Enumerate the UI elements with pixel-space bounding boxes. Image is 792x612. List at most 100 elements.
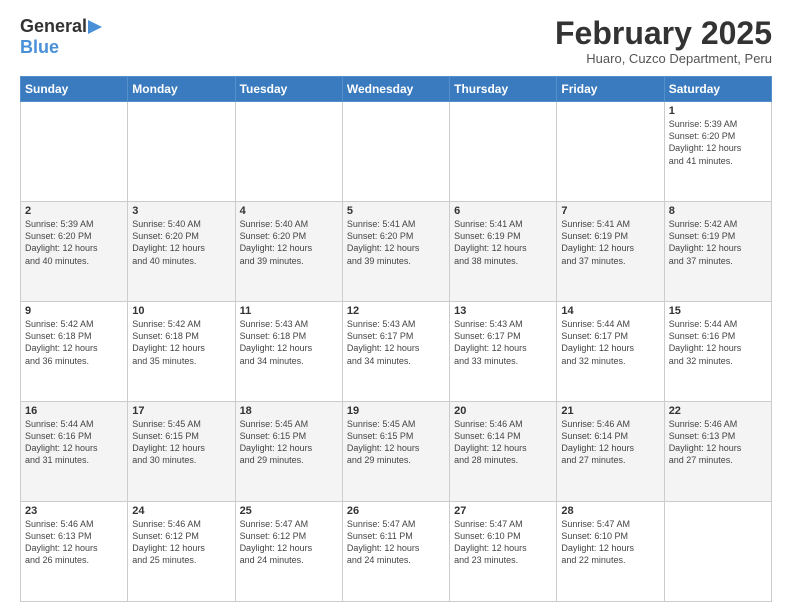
day-number-2-3: 12 <box>347 305 445 317</box>
calendar-cell-1-1: 3Sunrise: 5:40 AM Sunset: 6:20 PM Daylig… <box>128 202 235 302</box>
day-info-4-4: Sunrise: 5:47 AM Sunset: 6:10 PM Dayligh… <box>454 518 552 567</box>
calendar-cell-4-3: 26Sunrise: 5:47 AM Sunset: 6:11 PM Dayli… <box>342 502 449 602</box>
day-info-1-4: Sunrise: 5:41 AM Sunset: 6:19 PM Dayligh… <box>454 218 552 267</box>
calendar-cell-4-2: 25Sunrise: 5:47 AM Sunset: 6:12 PM Dayli… <box>235 502 342 602</box>
calendar-cell-1-2: 4Sunrise: 5:40 AM Sunset: 6:20 PM Daylig… <box>235 202 342 302</box>
calendar-cell-4-5: 28Sunrise: 5:47 AM Sunset: 6:10 PM Dayli… <box>557 502 664 602</box>
calendar-cell-0-2 <box>235 102 342 202</box>
calendar-cell-4-4: 27Sunrise: 5:47 AM Sunset: 6:10 PM Dayli… <box>450 502 557 602</box>
day-info-4-0: Sunrise: 5:46 AM Sunset: 6:13 PM Dayligh… <box>25 518 123 567</box>
day-number-2-5: 14 <box>561 305 659 317</box>
day-number-3-6: 22 <box>669 405 767 417</box>
day-number-1-4: 6 <box>454 205 552 217</box>
col-friday: Friday <box>557 77 664 102</box>
calendar-table: Sunday Monday Tuesday Wednesday Thursday… <box>20 76 772 602</box>
day-number-4-0: 23 <box>25 505 123 517</box>
day-number-2-2: 11 <box>240 305 338 317</box>
calendar-cell-3-1: 17Sunrise: 5:45 AM Sunset: 6:15 PM Dayli… <box>128 402 235 502</box>
day-number-4-2: 25 <box>240 505 338 517</box>
col-tuesday: Tuesday <box>235 77 342 102</box>
day-number-4-5: 28 <box>561 505 659 517</box>
col-sunday: Sunday <box>21 77 128 102</box>
day-info-3-5: Sunrise: 5:46 AM Sunset: 6:14 PM Dayligh… <box>561 418 659 467</box>
calendar-cell-2-3: 12Sunrise: 5:43 AM Sunset: 6:17 PM Dayli… <box>342 302 449 402</box>
day-info-2-1: Sunrise: 5:42 AM Sunset: 6:18 PM Dayligh… <box>132 318 230 367</box>
calendar-cell-1-0: 2Sunrise: 5:39 AM Sunset: 6:20 PM Daylig… <box>21 202 128 302</box>
day-info-3-2: Sunrise: 5:45 AM Sunset: 6:15 PM Dayligh… <box>240 418 338 467</box>
calendar-cell-3-2: 18Sunrise: 5:45 AM Sunset: 6:15 PM Dayli… <box>235 402 342 502</box>
calendar-cell-3-6: 22Sunrise: 5:46 AM Sunset: 6:13 PM Dayli… <box>664 402 771 502</box>
day-info-2-0: Sunrise: 5:42 AM Sunset: 6:18 PM Dayligh… <box>25 318 123 367</box>
col-monday: Monday <box>128 77 235 102</box>
calendar-cell-3-0: 16Sunrise: 5:44 AM Sunset: 6:16 PM Dayli… <box>21 402 128 502</box>
calendar-cell-3-5: 21Sunrise: 5:46 AM Sunset: 6:14 PM Dayli… <box>557 402 664 502</box>
day-number-4-4: 27 <box>454 505 552 517</box>
calendar-cell-0-6: 1Sunrise: 5:39 AM Sunset: 6:20 PM Daylig… <box>664 102 771 202</box>
day-number-3-1: 17 <box>132 405 230 417</box>
week-row-2: 9Sunrise: 5:42 AM Sunset: 6:18 PM Daylig… <box>21 302 772 402</box>
logo-text: General Blue <box>20 16 102 57</box>
day-info-3-1: Sunrise: 5:45 AM Sunset: 6:15 PM Dayligh… <box>132 418 230 467</box>
week-row-3: 16Sunrise: 5:44 AM Sunset: 6:16 PM Dayli… <box>21 402 772 502</box>
day-info-1-6: Sunrise: 5:42 AM Sunset: 6:19 PM Dayligh… <box>669 218 767 267</box>
calendar-cell-1-3: 5Sunrise: 5:41 AM Sunset: 6:20 PM Daylig… <box>342 202 449 302</box>
day-info-2-6: Sunrise: 5:44 AM Sunset: 6:16 PM Dayligh… <box>669 318 767 367</box>
day-number-4-1: 24 <box>132 505 230 517</box>
col-wednesday: Wednesday <box>342 77 449 102</box>
week-row-0: 1Sunrise: 5:39 AM Sunset: 6:20 PM Daylig… <box>21 102 772 202</box>
day-info-2-5: Sunrise: 5:44 AM Sunset: 6:17 PM Dayligh… <box>561 318 659 367</box>
day-info-3-6: Sunrise: 5:46 AM Sunset: 6:13 PM Dayligh… <box>669 418 767 467</box>
week-row-1: 2Sunrise: 5:39 AM Sunset: 6:20 PM Daylig… <box>21 202 772 302</box>
week-row-4: 23Sunrise: 5:46 AM Sunset: 6:13 PM Dayli… <box>21 502 772 602</box>
title-block: February 2025 Huaro, Cuzco Department, P… <box>555 16 772 66</box>
day-info-1-1: Sunrise: 5:40 AM Sunset: 6:20 PM Dayligh… <box>132 218 230 267</box>
day-number-4-3: 26 <box>347 505 445 517</box>
day-number-1-3: 5 <box>347 205 445 217</box>
day-info-0-6: Sunrise: 5:39 AM Sunset: 6:20 PM Dayligh… <box>669 118 767 167</box>
day-info-3-4: Sunrise: 5:46 AM Sunset: 6:14 PM Dayligh… <box>454 418 552 467</box>
day-info-3-3: Sunrise: 5:45 AM Sunset: 6:15 PM Dayligh… <box>347 418 445 467</box>
day-number-3-3: 19 <box>347 405 445 417</box>
day-info-2-4: Sunrise: 5:43 AM Sunset: 6:17 PM Dayligh… <box>454 318 552 367</box>
calendar-cell-1-6: 8Sunrise: 5:42 AM Sunset: 6:19 PM Daylig… <box>664 202 771 302</box>
day-number-1-1: 3 <box>132 205 230 217</box>
day-info-4-2: Sunrise: 5:47 AM Sunset: 6:12 PM Dayligh… <box>240 518 338 567</box>
day-number-1-6: 8 <box>669 205 767 217</box>
day-info-2-2: Sunrise: 5:43 AM Sunset: 6:18 PM Dayligh… <box>240 318 338 367</box>
calendar-cell-2-1: 10Sunrise: 5:42 AM Sunset: 6:18 PM Dayli… <box>128 302 235 402</box>
day-number-3-0: 16 <box>25 405 123 417</box>
calendar-cell-0-5 <box>557 102 664 202</box>
day-info-4-5: Sunrise: 5:47 AM Sunset: 6:10 PM Dayligh… <box>561 518 659 567</box>
day-number-2-6: 15 <box>669 305 767 317</box>
calendar-cell-4-1: 24Sunrise: 5:46 AM Sunset: 6:12 PM Dayli… <box>128 502 235 602</box>
logo: General Blue <box>20 16 102 57</box>
page: General Blue February 2025 Huaro, Cuzco … <box>0 0 792 612</box>
month-title: February 2025 <box>555 16 772 51</box>
calendar-cell-4-6 <box>664 502 771 602</box>
day-info-1-5: Sunrise: 5:41 AM Sunset: 6:19 PM Dayligh… <box>561 218 659 267</box>
calendar-cell-0-1 <box>128 102 235 202</box>
day-number-0-6: 1 <box>669 105 767 117</box>
day-info-4-1: Sunrise: 5:46 AM Sunset: 6:12 PM Dayligh… <box>132 518 230 567</box>
day-info-1-0: Sunrise: 5:39 AM Sunset: 6:20 PM Dayligh… <box>25 218 123 267</box>
calendar-cell-2-2: 11Sunrise: 5:43 AM Sunset: 6:18 PM Dayli… <box>235 302 342 402</box>
location: Huaro, Cuzco Department, Peru <box>555 51 772 66</box>
calendar-cell-0-0 <box>21 102 128 202</box>
day-number-3-5: 21 <box>561 405 659 417</box>
day-number-3-2: 18 <box>240 405 338 417</box>
header-row: Sunday Monday Tuesday Wednesday Thursday… <box>21 77 772 102</box>
day-number-2-4: 13 <box>454 305 552 317</box>
day-number-1-5: 7 <box>561 205 659 217</box>
day-info-1-2: Sunrise: 5:40 AM Sunset: 6:20 PM Dayligh… <box>240 218 338 267</box>
calendar-cell-2-0: 9Sunrise: 5:42 AM Sunset: 6:18 PM Daylig… <box>21 302 128 402</box>
day-info-2-3: Sunrise: 5:43 AM Sunset: 6:17 PM Dayligh… <box>347 318 445 367</box>
calendar-cell-0-3 <box>342 102 449 202</box>
header: General Blue February 2025 Huaro, Cuzco … <box>20 16 772 66</box>
day-number-2-1: 10 <box>132 305 230 317</box>
calendar-cell-3-3: 19Sunrise: 5:45 AM Sunset: 6:15 PM Dayli… <box>342 402 449 502</box>
calendar-cell-4-0: 23Sunrise: 5:46 AM Sunset: 6:13 PM Dayli… <box>21 502 128 602</box>
day-info-4-3: Sunrise: 5:47 AM Sunset: 6:11 PM Dayligh… <box>347 518 445 567</box>
calendar-cell-3-4: 20Sunrise: 5:46 AM Sunset: 6:14 PM Dayli… <box>450 402 557 502</box>
calendar-cell-0-4 <box>450 102 557 202</box>
col-thursday: Thursday <box>450 77 557 102</box>
